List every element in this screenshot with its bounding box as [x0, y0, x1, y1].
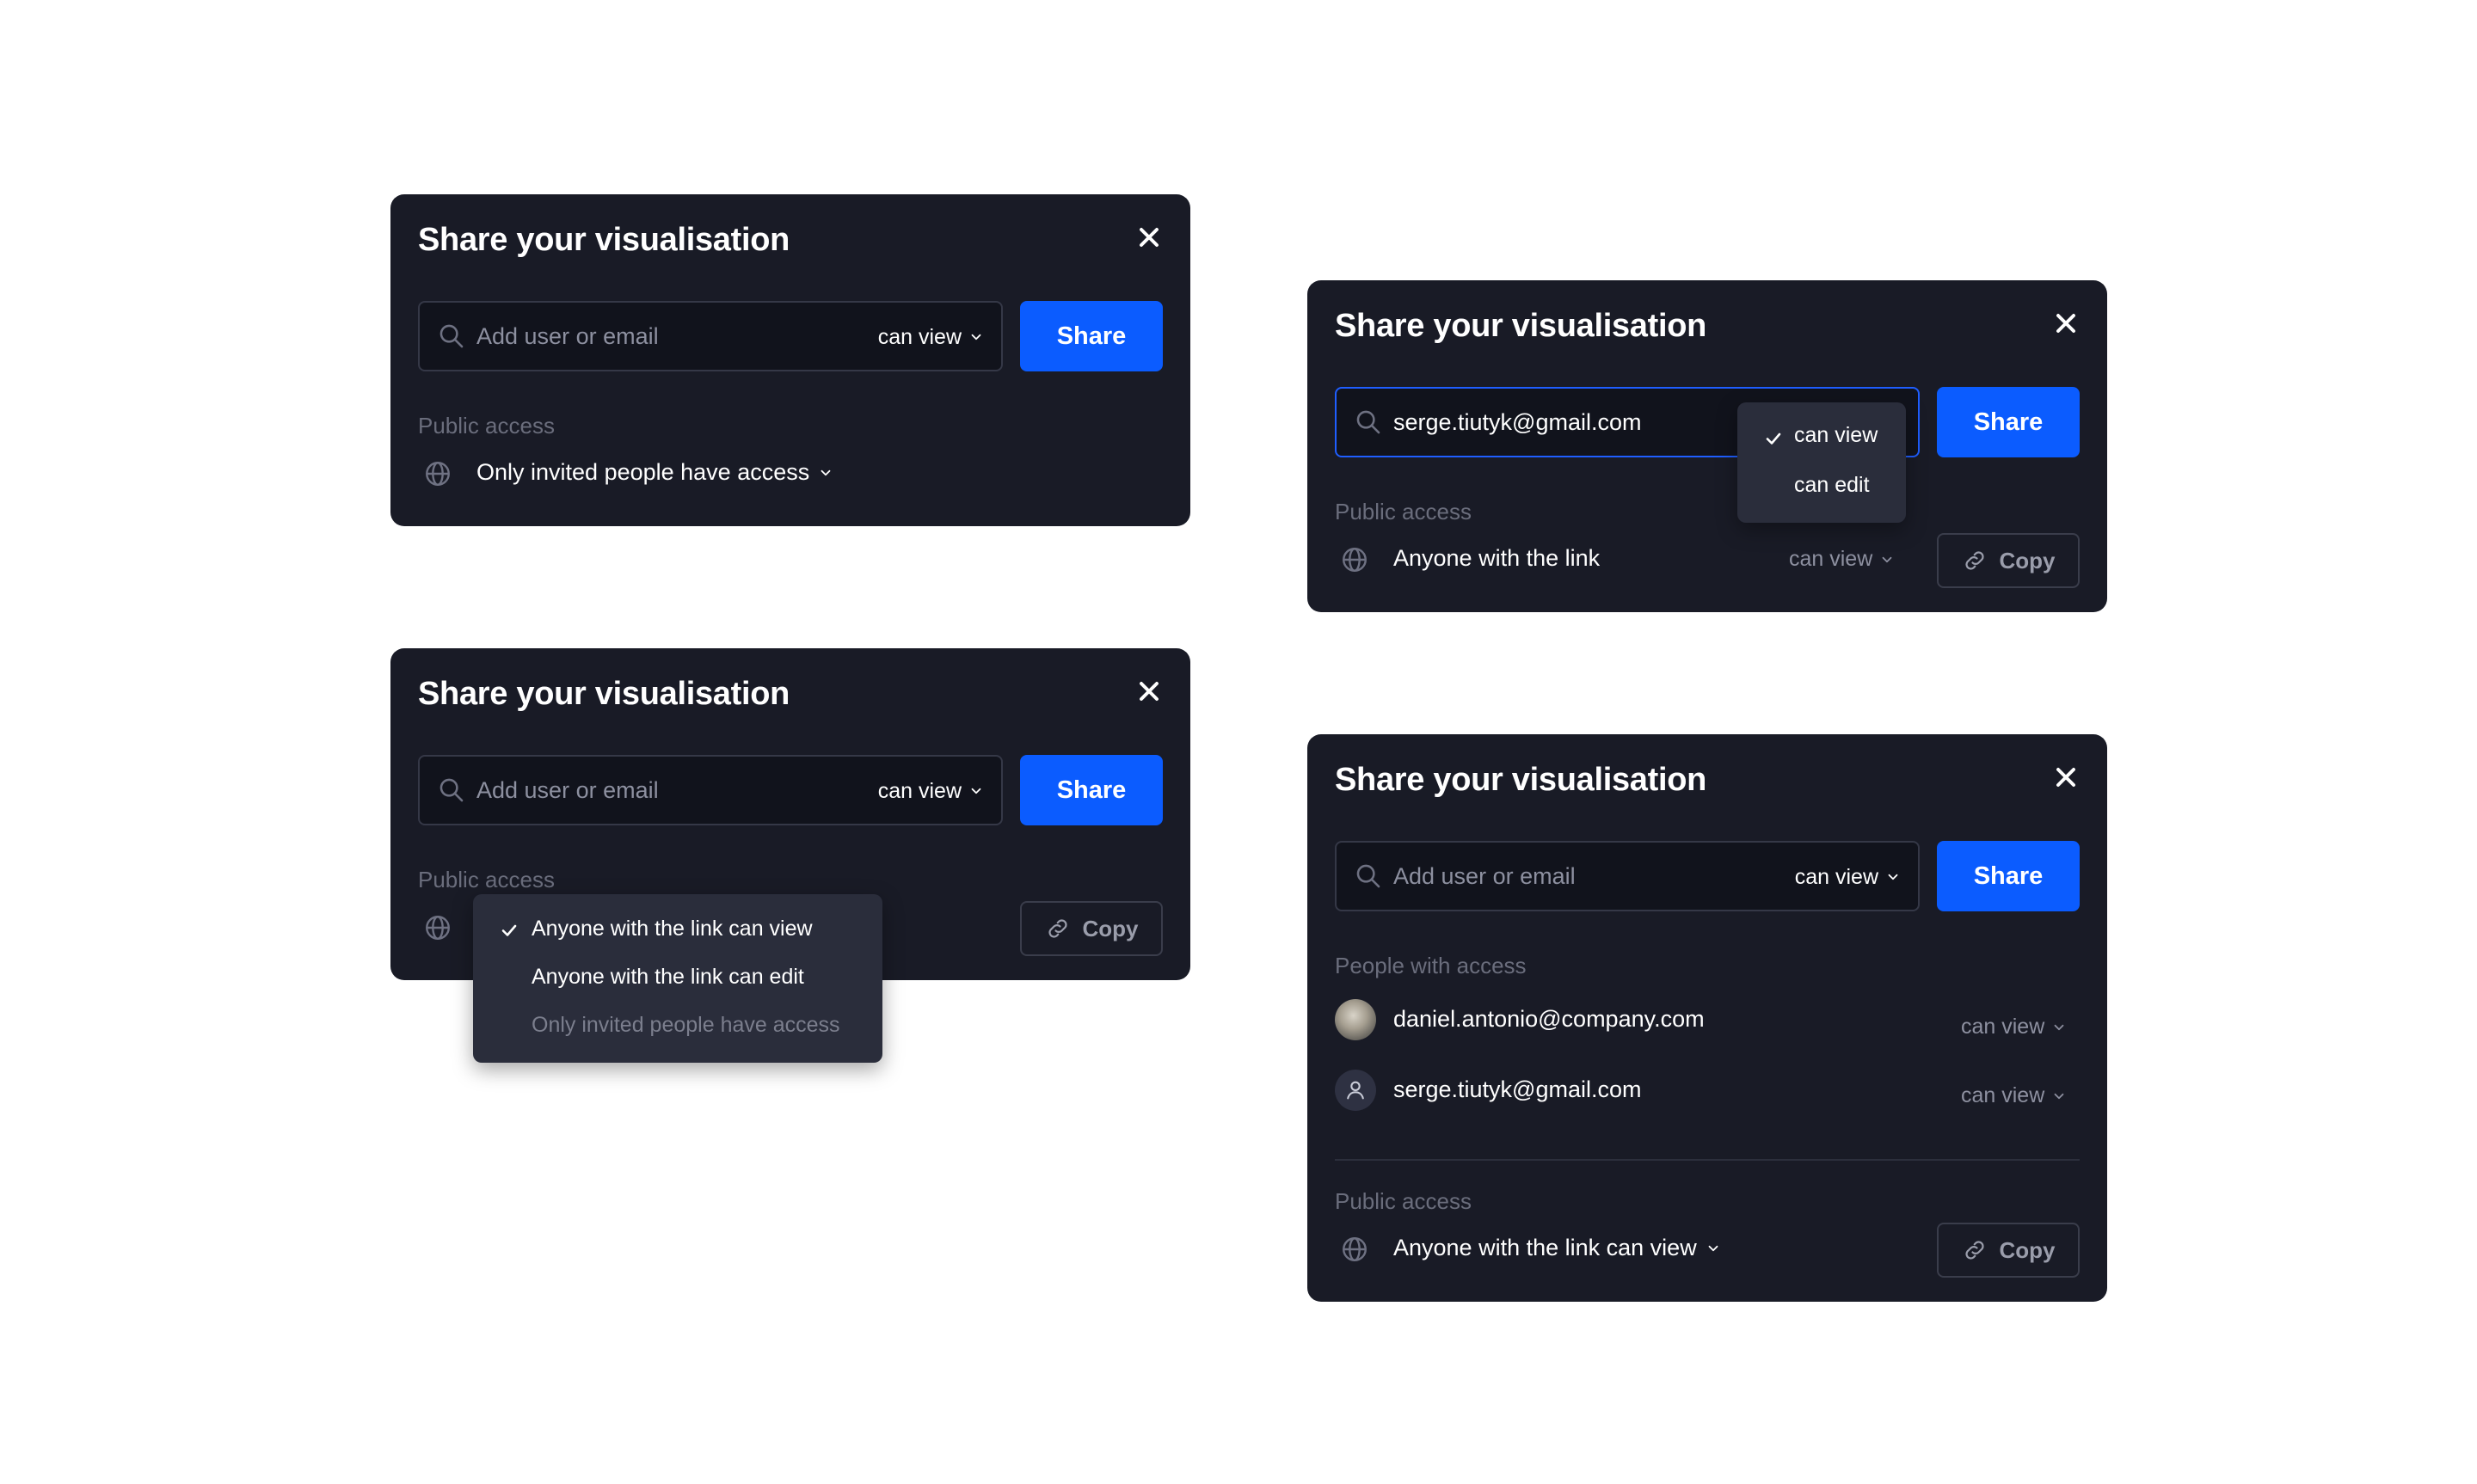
person-permission-value: can view — [1961, 1015, 2045, 1039]
public-access-value: Only invited people have access — [476, 459, 810, 485]
search-icon — [1354, 408, 1383, 437]
public-access-value: Anyone with the link — [1393, 545, 1601, 571]
divider — [1335, 1159, 2080, 1161]
copy-label: Copy — [1999, 1236, 2056, 1263]
add-user-value[interactable]: serge.tiutyk@gmail.com — [1393, 406, 1642, 438]
share-button[interactable]: Share — [1020, 755, 1163, 825]
public-access-label: Public access — [418, 413, 555, 438]
check-icon — [499, 920, 519, 941]
link-icon — [1964, 551, 1984, 570]
search-icon — [437, 776, 466, 805]
menu-item-can-edit[interactable]: can edit — [1794, 473, 1870, 498]
person-permission-select[interactable]: can view — [1961, 1015, 2067, 1039]
copy-link-button[interactable]: Copy — [1937, 1223, 2080, 1278]
chevron-down-icon — [968, 783, 984, 799]
close-icon[interactable] — [1134, 676, 1165, 707]
search-icon — [1354, 862, 1383, 891]
globe-icon — [1340, 1235, 1369, 1264]
chevron-down-icon — [818, 465, 833, 481]
copy-label: Copy — [1999, 547, 2056, 573]
chevron-down-icon — [2051, 1088, 2067, 1104]
public-access-select[interactable]: Only invited people have access — [476, 459, 833, 486]
avatar — [1335, 999, 1376, 1040]
people-with-access-label: People with access — [1335, 953, 1527, 978]
search-icon — [437, 322, 466, 351]
chevron-down-icon — [968, 329, 984, 345]
person-email: daniel.antonio@company.com — [1393, 1006, 1705, 1032]
add-user-input[interactable]: Add user or email can view — [418, 301, 1003, 371]
permission-menu: can view can edit — [1737, 402, 1906, 523]
chevron-down-icon — [1879, 552, 1895, 567]
dialog-title: Share your visualisation — [1335, 762, 1707, 798]
chevron-down-icon — [2051, 1020, 2067, 1035]
check-icon — [1763, 428, 1784, 449]
permission-value: can view — [877, 779, 962, 803]
public-access-menu: Anyone with the link can view Anyone wit… — [473, 894, 882, 1063]
chevron-down-icon — [1885, 869, 1901, 885]
share-button[interactable]: Share — [1937, 387, 2080, 457]
public-access-label: Public access — [1335, 1188, 1472, 1214]
link-icon — [1964, 1241, 1984, 1260]
dialog-title: Share your visualisation — [418, 222, 790, 258]
share-dialog-a: Share your visualisation Add user or ema… — [390, 194, 1190, 526]
share-dialog-d: Share your visualisation Add user or ema… — [1307, 734, 2107, 1302]
link-permission-value: can view — [1789, 547, 1873, 571]
public-access-label: Public access — [418, 867, 555, 892]
permission-value: can view — [877, 325, 962, 349]
close-icon[interactable] — [2050, 762, 2081, 793]
public-access-value: Anyone with the link can view — [1393, 1235, 1697, 1260]
close-icon[interactable] — [1134, 222, 1165, 253]
share-button[interactable]: Share — [1937, 841, 2080, 911]
link-permission-select[interactable]: can view — [1789, 547, 1895, 572]
person-permission-value: can view — [1961, 1083, 2045, 1107]
permission-value: can view — [1794, 865, 1878, 889]
add-user-placeholder[interactable]: Add user or email — [476, 774, 659, 806]
permission-select[interactable]: can view — [878, 322, 984, 353]
close-icon[interactable] — [2050, 308, 2081, 339]
public-access-label: Public access — [1335, 499, 1472, 524]
copy-link-button[interactable]: Copy — [1020, 901, 1163, 956]
copy-label: Copy — [1082, 915, 1139, 941]
menu-item-link-can-edit[interactable]: Anyone with the link can edit — [532, 965, 804, 990]
copy-link-button[interactable]: Copy — [1937, 533, 2080, 588]
globe-icon — [423, 459, 452, 488]
menu-item-invited-only[interactable]: Only invited people have access — [532, 1013, 840, 1038]
add-user-input[interactable]: Add user or email can view — [418, 755, 1003, 825]
public-access-select[interactable]: Anyone with the link can view — [1393, 1235, 1721, 1261]
add-user-input[interactable]: Add user or email can view — [1335, 841, 1920, 911]
link-icon — [1048, 919, 1067, 938]
share-button[interactable]: Share — [1020, 301, 1163, 371]
permission-select[interactable]: can view — [878, 776, 984, 806]
globe-icon — [1340, 545, 1369, 574]
person-permission-select[interactable]: can view — [1961, 1083, 2067, 1108]
add-user-placeholder[interactable]: Add user or email — [476, 320, 659, 353]
globe-icon — [423, 913, 452, 942]
user-icon — [1347, 1081, 1364, 1100]
dialog-title: Share your visualisation — [418, 676, 790, 712]
menu-item-link-can-view[interactable]: Anyone with the link can view — [532, 917, 813, 941]
menu-item-can-view[interactable]: can view — [1794, 423, 1878, 448]
permission-select[interactable]: can view — [1795, 862, 1901, 892]
person-email: serge.tiutyk@gmail.com — [1393, 1076, 1642, 1102]
dialog-title: Share your visualisation — [1335, 308, 1707, 344]
add-user-placeholder[interactable]: Add user or email — [1393, 860, 1576, 892]
avatar — [1335, 1070, 1376, 1111]
chevron-down-icon — [1706, 1241, 1721, 1256]
share-dialog-c: Share your visualisation serge.tiutyk@gm… — [1307, 280, 2107, 612]
